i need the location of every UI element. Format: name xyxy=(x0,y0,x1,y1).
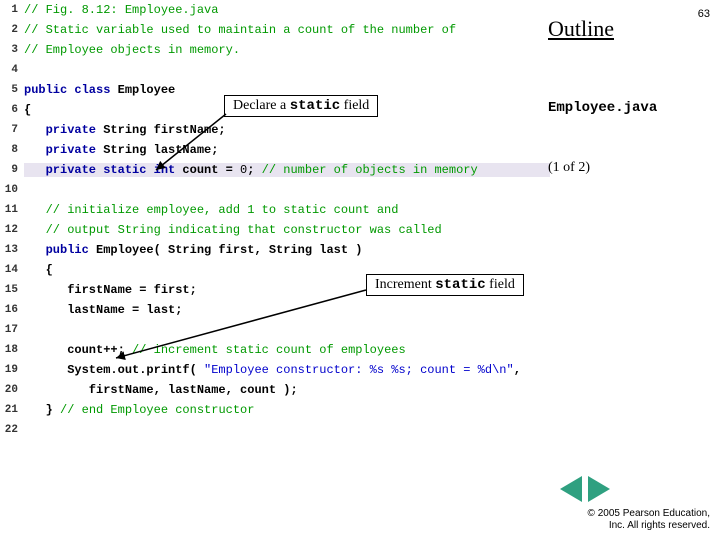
callout-text: field xyxy=(486,277,515,292)
callout-code: static xyxy=(290,98,340,114)
callout-declare-static: Declare a static field xyxy=(224,95,378,117)
line-number: 2 xyxy=(0,24,24,36)
line-number: 14 xyxy=(0,264,24,276)
copyright-text: © 2005 Pearson Education, xyxy=(588,508,710,520)
callout-code: static xyxy=(435,277,485,293)
line-number: 17 xyxy=(0,324,24,336)
next-slide-button[interactable] xyxy=(588,476,610,502)
line-number: 4 xyxy=(0,64,24,76)
slide-part-label: (1 of 2) xyxy=(548,160,590,176)
line-number: 20 xyxy=(0,384,24,396)
code-text: private String lastName; xyxy=(24,143,550,157)
line-number: 18 xyxy=(0,344,24,356)
line-number: 11 xyxy=(0,204,24,216)
code-text: private String firstName; xyxy=(24,123,550,137)
code-text-highlight: private static int count = 0; // number … xyxy=(24,163,550,177)
line-number: 22 xyxy=(0,424,24,436)
code-text: public Employee( String first, String la… xyxy=(24,243,550,257)
line-number: 8 xyxy=(0,144,24,156)
code-text: // Employee objects in memory. xyxy=(24,43,550,57)
callout-text: Declare a xyxy=(233,98,290,113)
page-number: 63 xyxy=(698,8,710,20)
code-text: } // end Employee constructor xyxy=(24,403,550,417)
copyright-text: Inc. All rights reserved. xyxy=(588,520,710,532)
line-number: 9 xyxy=(0,164,24,176)
code-text: // Static variable used to maintain a co… xyxy=(24,23,550,37)
line-number: 21 xyxy=(0,404,24,416)
callout-increment-static: Increment static field xyxy=(366,274,524,296)
prev-slide-button[interactable] xyxy=(560,476,582,502)
code-text: System.out.printf( "Employee constructor… xyxy=(24,363,550,377)
line-number: 16 xyxy=(0,304,24,316)
line-number: 3 xyxy=(0,44,24,56)
code-text: count++; // increment static count of em… xyxy=(24,343,550,357)
callout-text: Increment xyxy=(375,277,435,292)
code-text: // Fig. 8.12: Employee.java xyxy=(24,3,550,17)
copyright-notice: © 2005 Pearson Education, Inc. All right… xyxy=(588,508,710,532)
line-number: 5 xyxy=(0,84,24,96)
filename-label: Employee.java xyxy=(548,100,657,116)
nav-buttons xyxy=(560,476,610,502)
line-number: 1 xyxy=(0,4,24,16)
line-number: 10 xyxy=(0,184,24,196)
code-text: // output String indicating that constru… xyxy=(24,223,550,237)
line-number: 6 xyxy=(0,104,24,116)
code-text: lastName = last; xyxy=(24,303,550,317)
line-number: 12 xyxy=(0,224,24,236)
line-number: 15 xyxy=(0,284,24,296)
line-number: 19 xyxy=(0,364,24,376)
outline-heading: Outline xyxy=(548,16,614,42)
code-text: firstName, lastName, count ); xyxy=(24,383,550,397)
callout-text: field xyxy=(340,98,369,113)
code-listing: 1// Fig. 8.12: Employee.java 2// Static … xyxy=(0,0,550,440)
line-number: 7 xyxy=(0,124,24,136)
code-text: // initialize employee, add 1 to static … xyxy=(24,203,550,217)
line-number: 13 xyxy=(0,244,24,256)
